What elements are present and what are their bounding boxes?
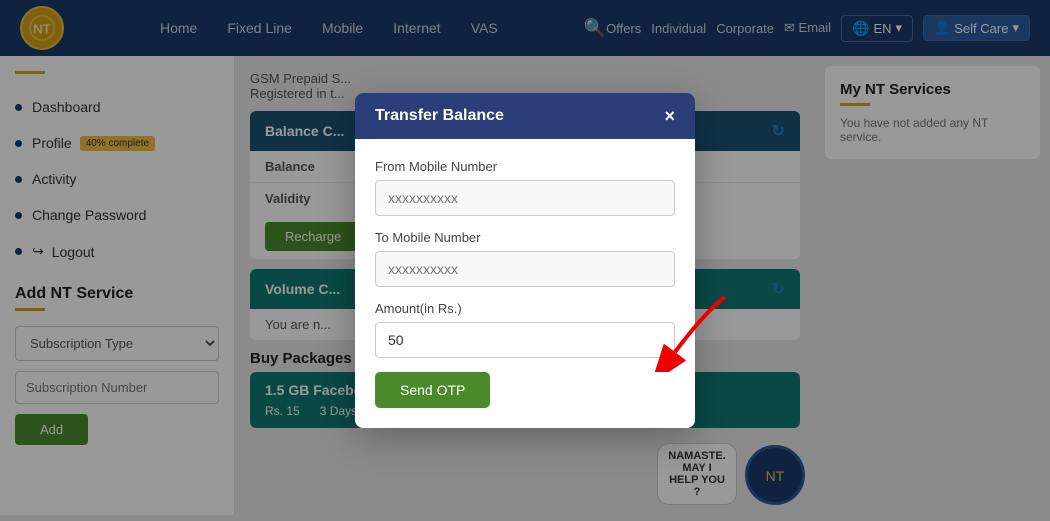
to-number-label: To Mobile Number (375, 230, 675, 245)
amount-input[interactable] (375, 322, 675, 358)
to-mobile-input[interactable] (375, 251, 675, 287)
from-mobile-input[interactable] (375, 180, 675, 216)
modal-header: Transfer Balance × (355, 93, 695, 139)
amount-label: Amount(in Rs.) (375, 301, 675, 316)
from-number-label: From Mobile Number (375, 159, 675, 174)
send-otp-button[interactable]: Send OTP (375, 372, 490, 408)
transfer-balance-modal: Transfer Balance × From Mobile Number To… (355, 93, 695, 428)
amount-field-container (375, 322, 675, 372)
modal-close-button[interactable]: × (664, 107, 675, 125)
modal-body: From Mobile Number To Mobile Number Amou… (355, 139, 695, 428)
modal-overlay[interactable]: Transfer Balance × From Mobile Number To… (0, 0, 1050, 521)
modal-title: Transfer Balance (375, 107, 504, 125)
